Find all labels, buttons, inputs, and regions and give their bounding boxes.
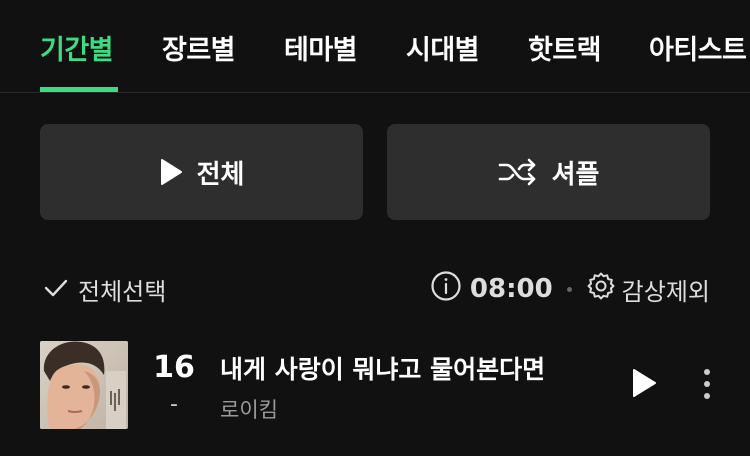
- tab-artist[interactable]: 아티스트: [649, 28, 747, 67]
- play-icon: [159, 158, 183, 186]
- gear-icon: [586, 271, 616, 307]
- tab-hottrack[interactable]: 핫트랙: [528, 28, 602, 67]
- song-play-button[interactable]: [630, 368, 658, 402]
- shuffle-icon: [498, 158, 538, 186]
- tab-period[interactable]: 기간별: [40, 28, 114, 67]
- tab-theme[interactable]: 테마별: [284, 28, 358, 67]
- timer-value: 08:00: [469, 274, 553, 304]
- active-tab-indicator: [40, 87, 118, 92]
- shuffle-button[interactable]: 셔플: [387, 124, 710, 220]
- separator-dot: [566, 286, 572, 292]
- timer-button[interactable]: 08:00: [430, 270, 553, 308]
- info-icon: [430, 270, 462, 308]
- more-vertical-icon: [700, 369, 714, 404]
- select-all-label: 전체선택: [78, 278, 167, 306]
- list-controls: 08:00 감상제외: [430, 270, 710, 308]
- play-all-label: 전체: [196, 159, 245, 190]
- play-all-button[interactable]: 전체: [40, 124, 363, 220]
- song-artist[interactable]: 로이킴: [220, 394, 278, 424]
- shuffle-label: 셔플: [551, 159, 600, 190]
- exclude-label: 감상제외: [621, 277, 710, 306]
- album-art: [40, 341, 128, 429]
- check-icon: [44, 276, 68, 304]
- exclude-listening-button[interactable]: 감상제외: [586, 271, 710, 307]
- song-title: 내게 사랑이 뭐냐고 물어본다면: [220, 355, 546, 384]
- category-tabs: 기간별 장르별 테마별 시대별 핫트랙 아티스트: [0, 0, 750, 93]
- play-icon: [630, 369, 658, 402]
- select-all-toggle[interactable]: 전체선택: [44, 272, 166, 307]
- tab-era[interactable]: 시대별: [406, 28, 480, 67]
- tab-genre[interactable]: 장르별: [162, 28, 236, 67]
- song-more-button[interactable]: [700, 368, 714, 404]
- song-row[interactable]: 16 - 내게 사랑이 뭐냐고 물어본다면 로이킴: [0, 338, 750, 430]
- chart-page: 기간별 장르별 테마별 시대별 핫트랙 아티스트 전체 셔플 전체선택 08:0…: [0, 0, 750, 456]
- rank-change: -: [170, 392, 178, 417]
- song-rank: 16: [153, 350, 195, 385]
